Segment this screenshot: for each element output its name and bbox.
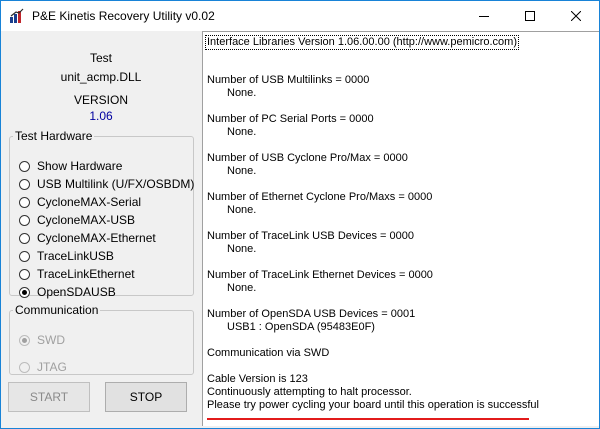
- stop-button[interactable]: STOP: [105, 382, 187, 412]
- version-label: VERSION: [73, 93, 128, 107]
- log-line: Interface Libraries Version 1.06.00.00 (…: [205, 35, 519, 50]
- log-line: Number of PC Serial Ports = 0000: [207, 113, 374, 125]
- log-line: Number of Ethernet Cyclone Pro/Maxs = 00…: [207, 191, 433, 203]
- title-bar[interactable]: P&E Kinetis Recovery Utility v0.02: [1, 1, 599, 31]
- radio-show-hardware[interactable]: Show Hardware: [19, 159, 122, 173]
- log-line: None.: [227, 243, 257, 255]
- radio-tracelinkusb[interactable]: TraceLinkUSB: [19, 249, 114, 263]
- log-line: Number of USB Cyclone Pro/Max = 0000: [207, 152, 408, 164]
- radio-label: CycloneMAX-Serial: [37, 195, 142, 209]
- radio-label: OpenSDAUSB: [37, 285, 116, 299]
- radio-label: TraceLinkUSB: [37, 249, 114, 263]
- radio-usb-multilink[interactable]: USB Multilink (U/FX/OSBDM): [19, 177, 194, 191]
- pe-app-icon: [9, 8, 25, 24]
- log-line: Communication via SWD: [207, 347, 330, 359]
- radio-swd[interactable]: SWD: [19, 333, 65, 347]
- radio-circle-checked[interactable]: [19, 334, 30, 346]
- radio-label: SWD: [37, 333, 65, 347]
- log-line: Please try power cycling your board unti…: [207, 399, 539, 411]
- radio-opensdausb[interactable]: OpenSDAUSB: [19, 285, 116, 299]
- left-panel: Test unit_acmp.DLL VERSION 1.06 Test Har…: [1, 31, 201, 428]
- window-title: P&E Kinetis Recovery Utility v0.02: [32, 9, 215, 23]
- highlight-underline: [207, 418, 529, 420]
- radio-cyclonemax-serial[interactable]: CycloneMAX-Serial: [19, 195, 141, 209]
- log-line: Cable Version is 123: [207, 373, 308, 385]
- communication-group: Communication SWD JTAG: [9, 303, 194, 375]
- radio-circle[interactable]: [19, 160, 30, 172]
- radio-cyclonemax-usb[interactable]: CycloneMAX-USB: [19, 213, 135, 227]
- minimize-icon[interactable]: [461, 1, 507, 31]
- close-icon[interactable]: [553, 1, 599, 31]
- radio-circle[interactable]: [19, 250, 30, 262]
- log-line: None.: [227, 126, 257, 138]
- radio-circle[interactable]: [19, 361, 30, 373]
- radio-label: Show Hardware: [37, 159, 123, 173]
- log-line: None.: [227, 87, 257, 99]
- test-label: Test: [89, 51, 112, 65]
- radio-circle[interactable]: [19, 178, 30, 190]
- start-button[interactable]: START: [8, 382, 90, 412]
- radio-circle[interactable]: [19, 268, 30, 280]
- log-line: Number of TraceLink Ethernet Devices = 0…: [207, 269, 433, 281]
- radio-label: JTAG: [37, 360, 67, 374]
- radio-cyclonemax-ethernet[interactable]: CycloneMAX-Ethernet: [19, 231, 156, 245]
- log-line: USB1 : OpenSDA (95483E0F): [227, 321, 375, 333]
- log-line: None.: [227, 204, 257, 216]
- app-window: P&E Kinetis Recovery Utility v0.02 Test …: [0, 0, 600, 429]
- log-line: Number of TraceLink USB Devices = 0000: [207, 230, 414, 242]
- radio-circle[interactable]: [19, 214, 30, 226]
- radio-circle[interactable]: [19, 232, 30, 244]
- log-line: Number of USB Multilinks = 0000: [207, 74, 370, 86]
- test-hardware-legend: Test Hardware: [15, 129, 93, 143]
- test-hardware-group: Test Hardware Show Hardware USB Multilin…: [9, 129, 194, 299]
- log-line: None.: [227, 282, 257, 294]
- radio-label: USB Multilink (U/FX/OSBDM): [37, 177, 195, 191]
- maximize-icon[interactable]: [507, 1, 553, 31]
- log-line: None.: [227, 165, 257, 177]
- dll-name: unit_acmp.DLL: [60, 70, 142, 84]
- version-number: 1.06: [89, 109, 113, 123]
- log-line: Number of OpenSDA USB Devices = 0001: [207, 308, 416, 320]
- radio-circle-checked[interactable]: [19, 286, 30, 298]
- radio-label: CycloneMAX-Ethernet: [37, 231, 156, 245]
- radio-label: CycloneMAX-USB: [37, 213, 136, 227]
- radio-jtag[interactable]: JTAG: [19, 360, 67, 374]
- radio-tracelinkethernet[interactable]: TraceLinkEthernet: [19, 267, 135, 281]
- log-line: Continuously attempting to halt processo…: [207, 386, 412, 398]
- radio-label: TraceLinkEthernet: [37, 267, 135, 281]
- radio-circle[interactable]: [19, 196, 30, 208]
- log-output[interactable]: Interface Libraries Version 1.06.00.00 (…: [202, 31, 599, 426]
- communication-legend: Communication: [15, 303, 99, 317]
